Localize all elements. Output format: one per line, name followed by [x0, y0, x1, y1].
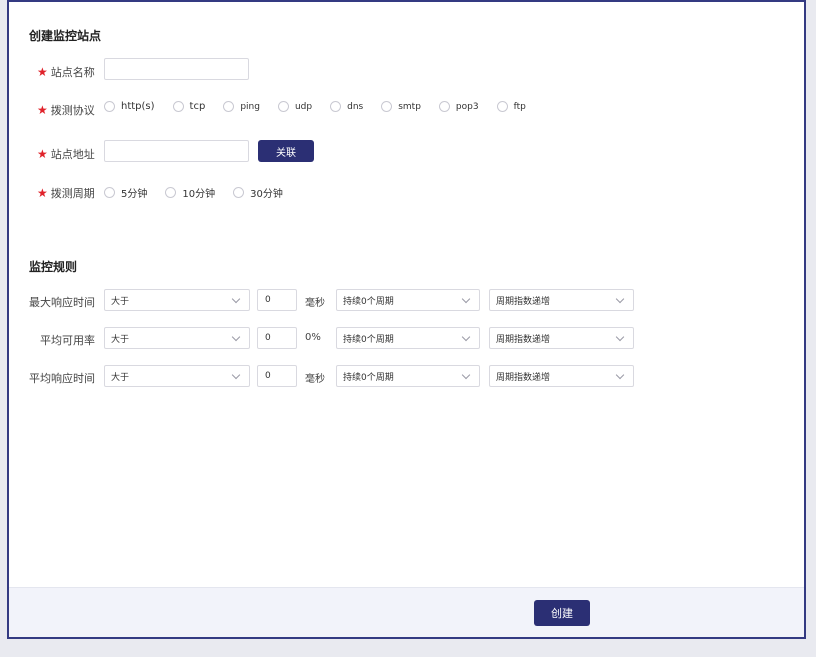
form-footer: 创建	[9, 587, 804, 637]
chevron-down-icon	[615, 370, 625, 379]
section-title-monitor-rules: 监控规则	[29, 260, 78, 274]
rule-unit: 毫秒	[305, 298, 325, 309]
select-value: 持续0个周期	[343, 296, 394, 307]
protocol-radio-group: http(s) tcp ping udp dns smtp pop3 ftp	[104, 101, 544, 112]
rule-unit: 毫秒	[305, 374, 325, 385]
select-value: 大于	[111, 372, 130, 383]
protocol-radio-udp[interactable]: udp	[277, 101, 312, 112]
associate-button[interactable]: 关联	[258, 140, 314, 162]
radio-circle[interactable]	[277, 101, 289, 112]
radio-circle[interactable]	[330, 101, 342, 112]
select-value: 周期指数递增	[496, 334, 551, 345]
protocol-radio-tcp[interactable]: tcp	[172, 101, 205, 112]
site-name-input[interactable]	[104, 58, 249, 80]
section-title-create-site: 创建监控站点	[29, 29, 102, 43]
rule-strategy-select[interactable]: 周期指数递增	[489, 289, 634, 311]
period-label: ★ 拨测周期	[37, 186, 95, 200]
rule-threshold-input[interactable]: 0	[257, 327, 297, 349]
select-value: 周期指数递增	[496, 296, 551, 307]
protocol-label: ★ 拨测协议	[37, 103, 95, 117]
rule-label-avg-availability: 平均可用率	[40, 334, 95, 347]
protocol-radio-ping[interactable]: ping	[223, 101, 260, 112]
select-value: 大于	[111, 334, 130, 345]
radio-circle[interactable]	[223, 101, 235, 112]
rule-label-max-response: 最大响应时间	[29, 296, 95, 309]
rule-comparator-select[interactable]: 大于	[104, 365, 250, 387]
radio-circle[interactable]	[104, 101, 115, 112]
radio-circle[interactable]	[381, 101, 393, 112]
rule-duration-select[interactable]: 持续0个周期	[336, 365, 480, 387]
create-monitor-panel: 创建监控站点 ★ 站点名称 ★ 拨测协议 http(s) tcp ping udp …	[7, 0, 806, 639]
rule-strategy-select[interactable]: 周期指数递增	[489, 327, 634, 349]
period-radio-5min[interactable]: 5分钟	[104, 185, 147, 200]
rule-strategy-select[interactable]: 周期指数递增	[489, 365, 634, 387]
site-address-label: ★ 站点地址	[37, 147, 95, 161]
period-radio-group: 5分钟 10分钟 30分钟	[104, 185, 301, 200]
radio-circle[interactable]	[438, 101, 450, 112]
required-star: ★	[37, 147, 48, 161]
radio-circle[interactable]	[165, 187, 177, 198]
radio-circle[interactable]	[496, 101, 508, 112]
protocol-radio-http[interactable]: http(s)	[104, 101, 155, 112]
rule-comparator-select[interactable]: 大于	[104, 289, 250, 311]
select-value: 持续0个周期	[343, 372, 394, 383]
rule-threshold-input[interactable]: 0	[257, 365, 297, 387]
required-star: ★	[37, 186, 48, 200]
chevron-down-icon	[615, 332, 625, 341]
site-address-input[interactable]	[104, 140, 249, 162]
chevron-down-icon	[461, 294, 471, 303]
period-radio-10min[interactable]: 10分钟	[165, 185, 215, 200]
rule-duration-select[interactable]: 持续0个周期	[336, 289, 480, 311]
select-value: 大于	[111, 296, 130, 307]
chevron-down-icon	[231, 370, 241, 379]
required-star: ★	[37, 65, 48, 79]
required-star: ★	[37, 103, 48, 117]
chevron-down-icon	[231, 332, 241, 341]
site-name-label: ★ 站点名称	[37, 65, 95, 79]
radio-circle[interactable]	[172, 101, 184, 112]
protocol-radio-pop3[interactable]: pop3	[438, 101, 479, 112]
period-radio-30min[interactable]: 30分钟	[233, 185, 283, 200]
chevron-down-icon	[461, 370, 471, 379]
protocol-radio-dns[interactable]: dns	[330, 101, 363, 112]
protocol-radio-smtp[interactable]: smtp	[381, 101, 421, 112]
radio-circle[interactable]	[233, 187, 245, 198]
rule-duration-select[interactable]: 持续0个周期	[336, 327, 480, 349]
chevron-down-icon	[615, 294, 625, 303]
create-button[interactable]: 创建	[534, 600, 590, 626]
radio-circle[interactable]	[104, 187, 115, 198]
protocol-radio-ftp[interactable]: ftp	[496, 101, 526, 112]
rule-label-avg-response: 平均响应时间	[29, 372, 95, 385]
select-value: 周期指数递增	[496, 372, 551, 383]
chevron-down-icon	[231, 294, 241, 303]
chevron-down-icon	[461, 332, 471, 341]
rule-comparator-select[interactable]: 大于	[104, 327, 250, 349]
rule-unit: 0%	[305, 332, 321, 343]
rule-threshold-input[interactable]: 0	[257, 289, 297, 311]
select-value: 持续0个周期	[343, 334, 394, 345]
